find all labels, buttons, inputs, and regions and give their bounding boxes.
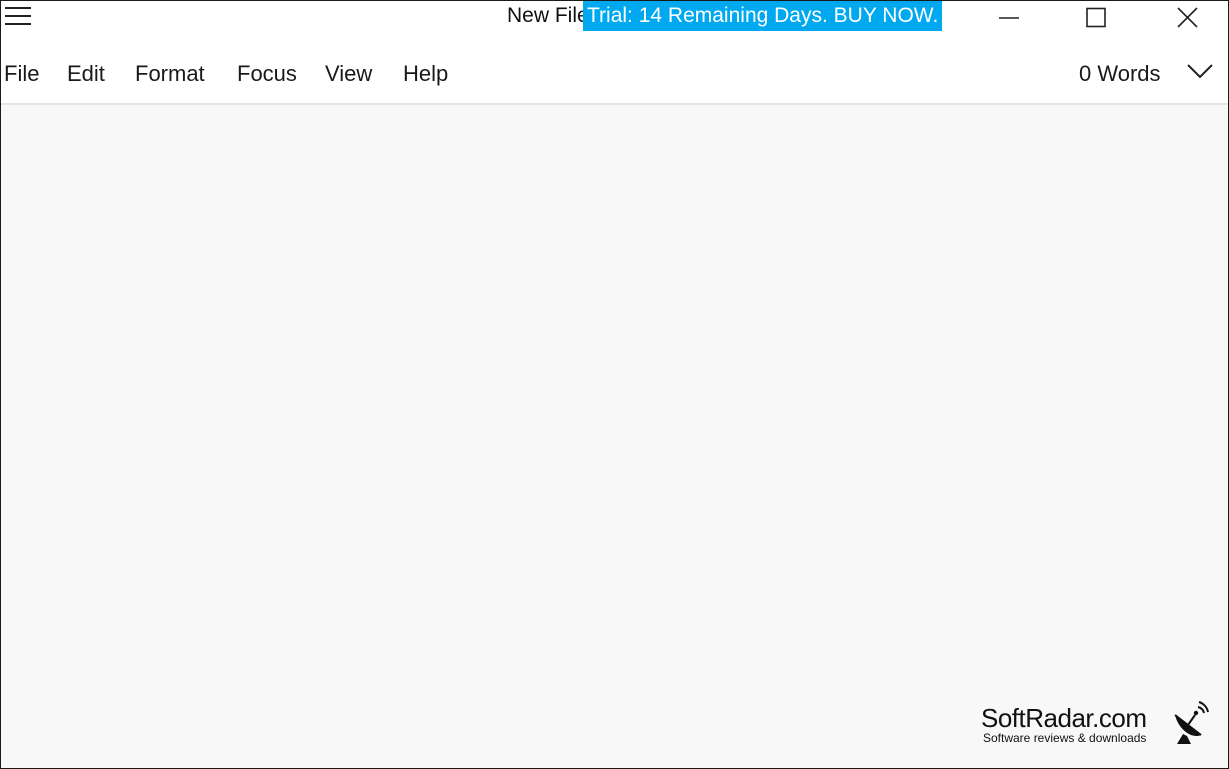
word-count: 0 Words [1079, 61, 1161, 86]
window-title: New File [507, 4, 583, 27]
menu-view[interactable]: View [325, 61, 372, 87]
watermark-name: SoftRadar.com [981, 703, 1147, 733]
title-bar: New File Trial: 14 Remaining Days. BUY N… [1, 1, 1228, 35]
app-window: New File Trial: 14 Remaining Days. BUY N… [0, 0, 1229, 769]
editor-area[interactable] [1, 105, 1228, 768]
minimize-button[interactable] [985, 1, 1031, 33]
menu-format[interactable]: Format [135, 61, 205, 87]
menu-bar: File Edit Format Focus View Help 0 Words [1, 35, 1228, 105]
minimize-icon [999, 17, 1019, 19]
trial-buy-now-banner[interactable]: Trial: 14 Remaining Days. BUY NOW. [583, 1, 943, 31]
menu-edit[interactable]: Edit [67, 61, 105, 87]
menu-help[interactable]: Help [403, 61, 448, 87]
maximize-button[interactable] [1072, 1, 1118, 33]
softradar-watermark: SoftRadar.com Software reviews & downloa… [979, 701, 1215, 747]
satellite-dish-icon [1174, 701, 1209, 744]
hamburger-menu-icon[interactable] [5, 5, 31, 27]
close-button[interactable] [1163, 1, 1209, 33]
maximize-icon [1086, 7, 1106, 28]
watermark-tagline: Software reviews & downloads [983, 731, 1147, 745]
menu-file[interactable]: File [4, 61, 39, 87]
close-icon [1177, 7, 1198, 28]
menu-focus[interactable]: Focus [237, 61, 297, 87]
chevron-down-icon[interactable] [1187, 63, 1213, 81]
